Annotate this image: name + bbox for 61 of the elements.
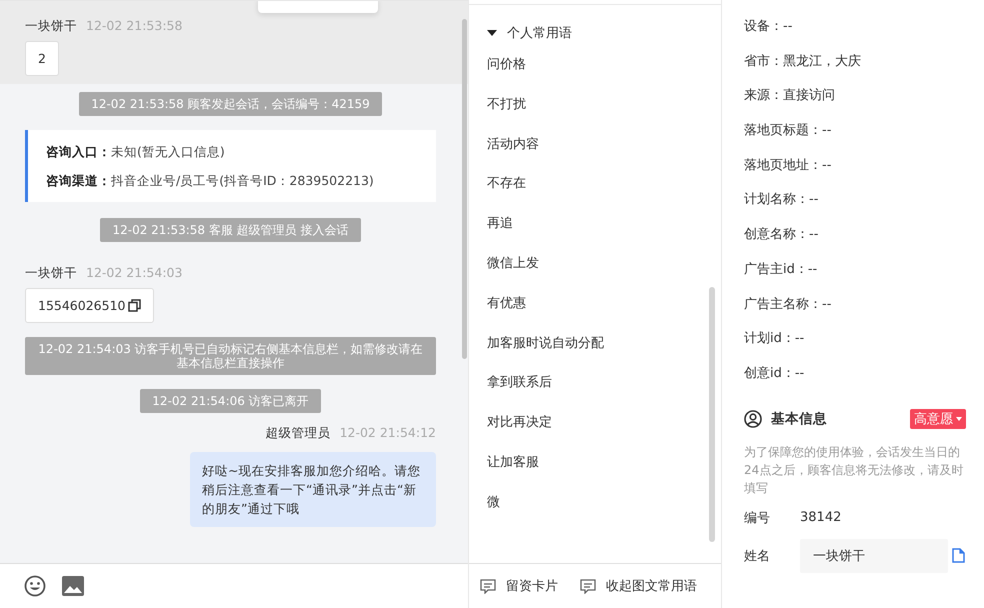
phrase-action[interactable]: 留资卡片 <box>480 577 558 595</box>
info-field: 创意id：-- <box>744 366 804 381</box>
phrase-group-header[interactable]: 个人常用语 <box>487 23 721 43</box>
sender-name: 一块饼干 <box>25 265 77 282</box>
info-field: 设备：-- <box>744 19 792 34</box>
field-value: 38142 <box>800 510 842 526</box>
image-icon[interactable] <box>62 576 84 596</box>
document-icon[interactable] <box>952 548 965 564</box>
phrase-item[interactable]: 微 <box>487 492 721 533</box>
entry-value: 未知(暂无入口信息) <box>111 144 225 159</box>
phrase-item[interactable]: 让加客服 <box>487 452 721 493</box>
system-notice: 12-02 21:53:58 顾客发起会话，会话编号：42159 <box>79 92 382 116</box>
info-field: 落地页地址：-- <box>744 158 832 173</box>
scrollbar[interactable] <box>462 19 467 359</box>
sender-name: 超级管理员 <box>266 425 331 442</box>
intent-tag[interactable]: 高意愿 <box>910 408 966 429</box>
entry-label: 咨询渠道： <box>46 173 111 188</box>
message-bubble: 好哒~现在安排客服加您介绍哈。请您稍后注意查看一下“通讯录”并点击“新的朋友”通过下哦 <box>190 452 436 527</box>
info-field: 广告主名称：-- <box>744 296 832 312</box>
message-icon <box>580 578 596 594</box>
field-label: 姓名 <box>744 548 771 565</box>
phrase-item[interactable]: 有优惠 <box>487 294 721 334</box>
sender-name: 一块饼干 <box>25 18 77 35</box>
phrase-item[interactable]: 加客服时说自动分配 <box>487 334 721 374</box>
phrase-item[interactable]: 活动内容 <box>487 134 721 174</box>
info-field: 创意名称：-- <box>744 227 818 242</box>
phrase-item[interactable]: 不打扰 <box>487 94 721 135</box>
info-field: 计划id：-- <box>744 331 804 346</box>
system-notice: 12-02 21:54:06 访客已离开 <box>140 389 321 413</box>
section-title: 基本信息 <box>771 410 828 428</box>
info-field: 来源：直接访问 <box>744 88 835 104</box>
info-field: 广告主id：-- <box>744 262 818 277</box>
system-notice: 12-02 21:53:58 客服 超级管理员 接入会话 <box>100 218 361 242</box>
action-label: 收起图文常用语 <box>606 578 697 595</box>
entry-label: 咨询入口： <box>46 144 111 159</box>
message-time: 12-02 21:54:03 <box>86 265 182 280</box>
scrollbar[interactable] <box>709 287 715 542</box>
name-field[interactable]: 一块饼干 <box>800 538 948 573</box>
info-field: 落地页标题：-- <box>744 123 832 138</box>
field-label: 编号 <box>744 510 771 527</box>
message-text: 2 <box>38 51 46 66</box>
message-icon <box>480 578 496 594</box>
info-field: 计划名称：-- <box>744 192 818 208</box>
phrase-item[interactable]: 再追 <box>487 214 721 254</box>
phrase-item[interactable]: 对比再决定 <box>487 413 721 453</box>
phrase-item[interactable]: 问价格 <box>487 55 721 95</box>
action-label: 留资卡片 <box>506 578 558 595</box>
message-time: 12-02 21:53:58 <box>86 18 182 33</box>
notice-text: 为了保障您的使用体验，会话发生当日的24点之后，顾客信息将无法修改，请及时填写 <box>744 444 964 497</box>
phrase-item[interactable]: 不存在 <box>487 174 721 214</box>
emoji-icon[interactable] <box>24 575 46 597</box>
phrase-action[interactable]: 收起图文常用语 <box>580 577 697 595</box>
message-time: 12-02 21:54:12 <box>340 425 436 440</box>
phrase-item[interactable]: 拿到联系后 <box>487 373 721 414</box>
message-text: 15546026510 <box>38 298 126 313</box>
phrase-item[interactable]: 微信上发 <box>487 254 721 294</box>
user-icon <box>744 410 762 428</box>
copy-icon[interactable] <box>128 299 142 312</box>
system-notice: 12-02 21:54:03 访客手机号已自动标记右侧基本信息栏，如需修改请在基本信息栏直接操作 <box>25 337 436 375</box>
entry-value: 抖音企业号/员工号(抖音号ID：2839502213) <box>111 173 374 188</box>
info-field: 省市：黑龙江，大庆 <box>744 54 861 69</box>
